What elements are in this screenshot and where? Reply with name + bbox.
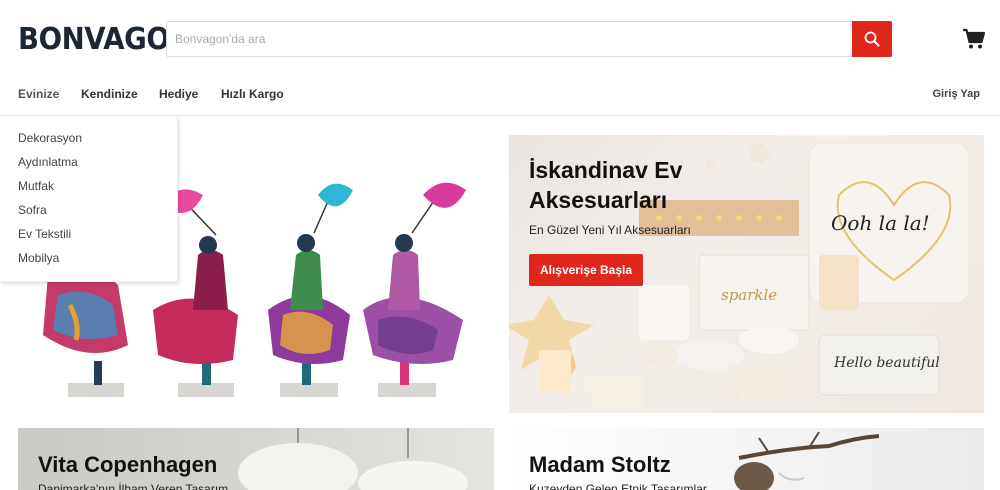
evinize-dropdown-menu: Dekorasyon Aydınlatma Mutfak Sofra Ev Te…	[0, 117, 178, 282]
madam-subtitle: Kuzeyden Gelen Etnik Tasarımlar	[529, 482, 707, 490]
menu-item-mobilya[interactable]: Mobilya	[0, 249, 177, 273]
nav-item-hediye[interactable]: Hediye	[159, 87, 198, 101]
vita-subtitle: Danimarka'nın İlham Veren Tasarım	[38, 482, 229, 490]
search-bar	[166, 21, 892, 57]
nav-item-kendinize[interactable]: Kendinize	[81, 87, 138, 101]
menu-item-mutfak[interactable]: Mutfak	[0, 177, 177, 201]
scandi-title: İskandinav Ev Aksesuarları	[529, 155, 682, 215]
nav-item-evinize[interactable]: Evinize	[18, 87, 59, 101]
nav-item-hizli-kargo[interactable]: Hızlı Kargo	[221, 87, 284, 101]
menu-item-sofra[interactable]: Sofra	[0, 201, 177, 225]
menu-item-aydinlatma[interactable]: Aydınlatma	[0, 153, 177, 177]
menu-item-dekorasyon[interactable]: Dekorasyon	[0, 129, 177, 153]
search-icon	[864, 31, 880, 47]
site-header: BONVAGON	[0, 0, 1000, 78]
pouch-text: sparkle	[721, 286, 777, 304]
cart-icon[interactable]	[962, 28, 986, 50]
vita-title: Vita Copenhagen	[38, 452, 218, 477]
search-input[interactable]	[167, 22, 851, 56]
shop-now-button[interactable]: Alışverişe Başla	[529, 254, 643, 286]
menu-item-ev-tekstili[interactable]: Ev Tekstili	[0, 225, 177, 249]
madam-title: Madam Stoltz	[529, 452, 671, 477]
banner-scandi-accessories[interactable]: Ooh la la! sparkle Hello beautiful İskan…	[509, 135, 984, 413]
scandi-subtitle: En Güzel Yeni Yıl Aksesuarları	[529, 223, 691, 237]
banner-madam-stoltz[interactable]: Madam Stoltz Kuzeyden Gelen Etnik Tasarı…	[509, 428, 984, 490]
login-link[interactable]: Giriş Yap	[933, 88, 981, 100]
pillow-text: Ooh la la!	[831, 211, 930, 235]
scandi-title-line1: İskandinav Ev	[529, 157, 683, 183]
search-button[interactable]	[852, 21, 892, 57]
bag-text: Hello beautiful	[833, 355, 940, 371]
banner-vita-copenhagen[interactable]: Vita Copenhagen Danimarka'nın İlham Vere…	[18, 428, 494, 490]
main-nav: Evinize Kendinize Hediye Hızlı Kargo Gir…	[0, 78, 1000, 116]
scandi-title-line2: Aksesuarları	[529, 187, 668, 213]
